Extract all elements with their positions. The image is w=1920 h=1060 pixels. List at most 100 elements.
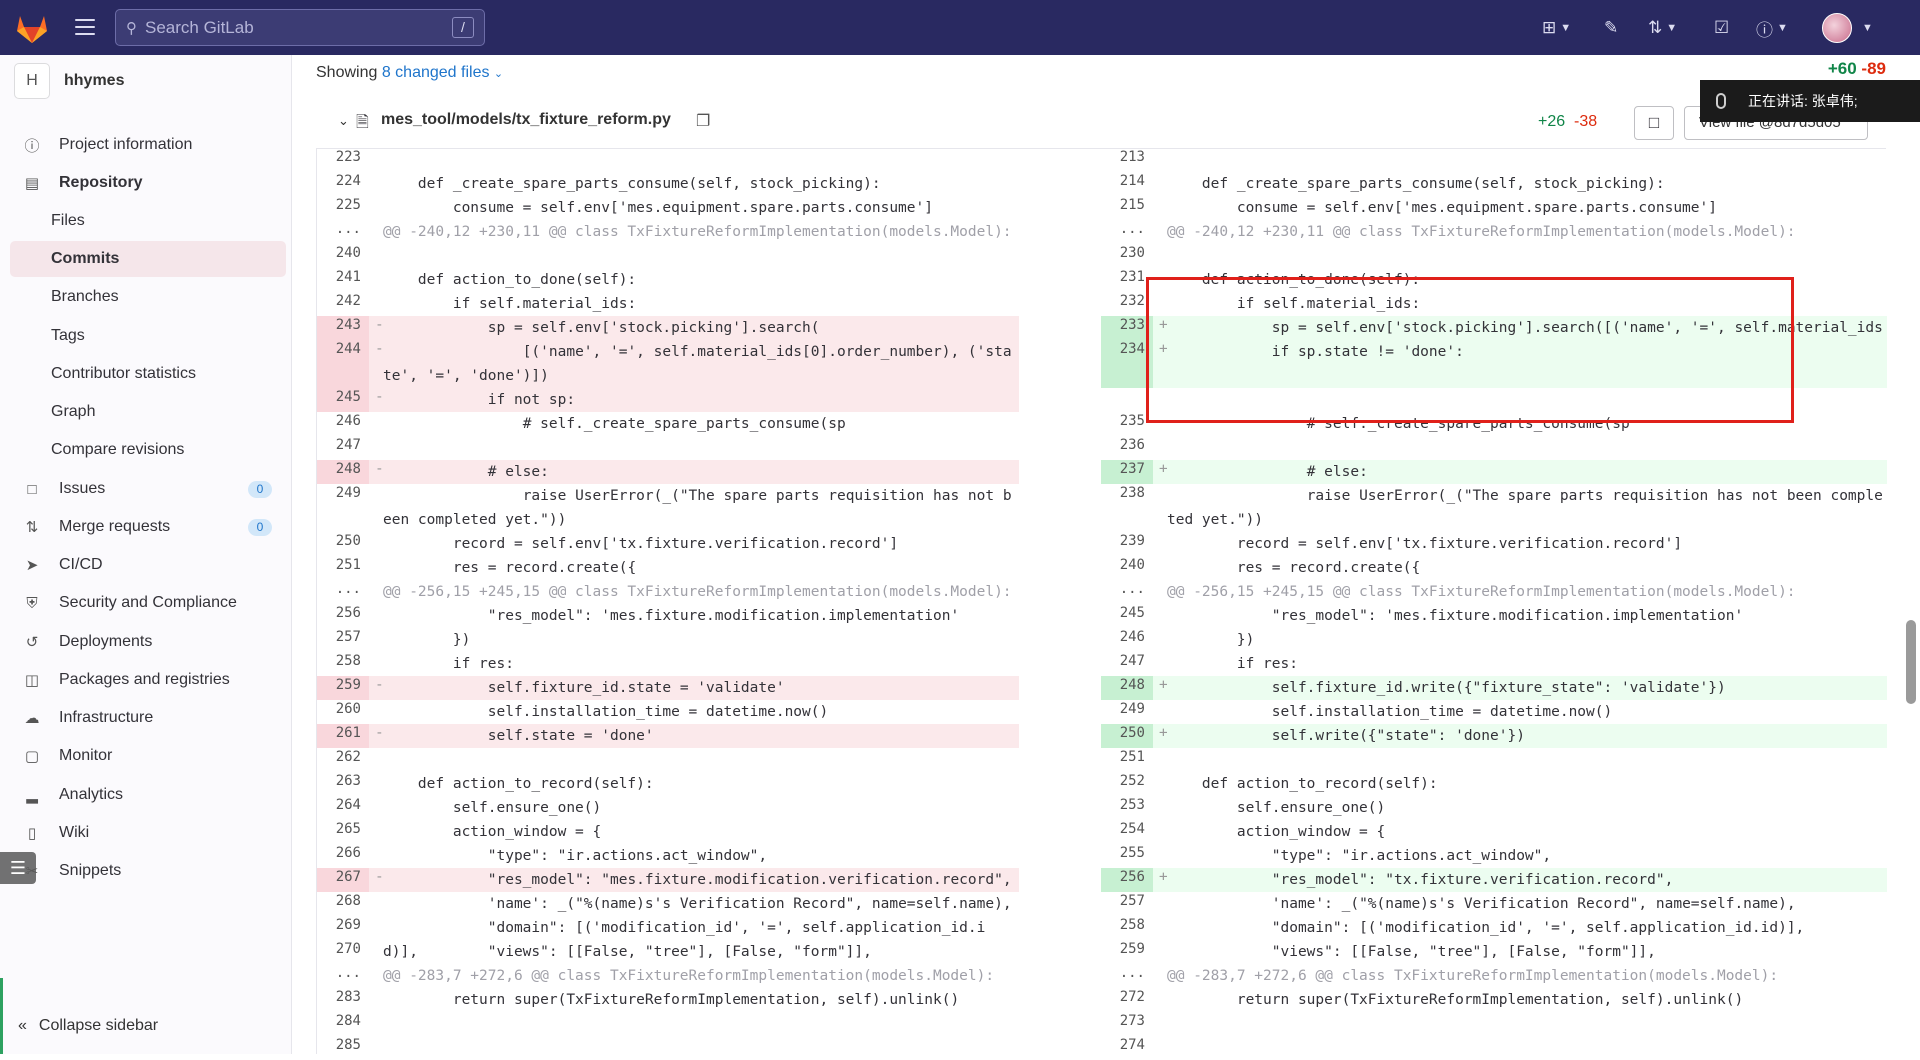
old-line-number[interactable]: 259 — [317, 676, 369, 700]
file-path[interactable]: mes_tool/models/tx_fixture_reform.py — [381, 111, 671, 129]
old-line-number[interactable]: 248 — [317, 460, 369, 484]
new-line-number[interactable]: 272 — [1101, 988, 1153, 1012]
collapse-sidebar-button[interactable]: « Collapse sidebar — [18, 1017, 158, 1035]
old-line-number[interactable]: 240 — [317, 244, 369, 268]
sidebar-item-commits[interactable]: Commits — [10, 241, 286, 277]
old-line-number[interactable]: 225 — [317, 196, 369, 220]
new-line-number[interactable]: ... — [1101, 964, 1153, 988]
sidebar-item-packages-and-registries[interactable]: ◫ Packages and registries — [10, 662, 286, 698]
help-button[interactable]: ⓘ ▼ — [1756, 16, 1788, 40]
old-line-number[interactable]: 265 — [317, 820, 369, 844]
project-header[interactable]: H hhymes — [14, 63, 124, 99]
new-line-number[interactable]: 238 — [1101, 484, 1153, 532]
new-line-number[interactable]: 233 — [1101, 316, 1153, 340]
gitlab-logo-icon[interactable] — [14, 11, 50, 45]
old-line-number[interactable]: 284 — [317, 1012, 369, 1036]
old-line-number[interactable]: 257 — [317, 628, 369, 652]
sidebar-item-contributor-statistics[interactable]: Contributor statistics — [10, 356, 286, 392]
new-line-number[interactable]: 245 — [1101, 604, 1153, 628]
todos-button[interactable]: ☑ — [1714, 16, 1729, 40]
main-menu-button[interactable] — [72, 15, 98, 39]
changed-files-dropdown[interactable]: 8 changed files ⌄ — [382, 64, 503, 81]
old-line-number[interactable]: 249 — [317, 484, 369, 532]
new-line-number[interactable]: 252 — [1101, 772, 1153, 796]
new-line-number[interactable]: 213 — [1101, 148, 1153, 172]
new-line-number[interactable]: ... — [1101, 220, 1153, 244]
new-line-number[interactable]: 230 — [1101, 244, 1153, 268]
new-line-number[interactable]: 248 — [1101, 676, 1153, 700]
old-line-number[interactable]: 243 — [317, 316, 369, 340]
old-line-number[interactable]: 268 — [317, 892, 369, 916]
old-line-number[interactable]: 283 — [317, 988, 369, 1012]
old-line-number[interactable]: 241 — [317, 268, 369, 292]
new-line-number[interactable]: 214 — [1101, 172, 1153, 196]
new-line-number[interactable]: 239 — [1101, 532, 1153, 556]
old-line-number[interactable]: ... — [317, 964, 369, 988]
new-line-number[interactable]: 232 — [1101, 292, 1153, 316]
old-line-number[interactable]: 245 — [317, 388, 369, 412]
old-line-number[interactable]: 260 — [317, 700, 369, 724]
old-line-number[interactable]: 244 — [317, 340, 369, 388]
sidebar-item-infrastructure[interactable]: ☁ Infrastructure — [10, 700, 286, 736]
sidebar-item-snippets[interactable]: ✂Snippets — [10, 853, 286, 889]
collapse-file-chevron-icon[interactable]: ⌄ — [338, 113, 349, 129]
sidebar-item-merge-requests[interactable]: ⇅ Merge requests 0 — [10, 509, 286, 545]
sidebar-item-security-and-compliance[interactable]: ⛨ Security and Compliance — [10, 585, 286, 621]
old-line-number[interactable]: 242 — [317, 292, 369, 316]
new-line-number[interactable]: 247 — [1101, 652, 1153, 676]
sidebar-item-ci-cd[interactable]: ➤ CI/CD — [10, 547, 286, 583]
sidebar-item-files[interactable]: Files — [10, 203, 286, 239]
new-line-number[interactable]: 246 — [1101, 628, 1153, 652]
new-line-number[interactable]: 234 — [1101, 340, 1153, 388]
user-avatar[interactable] — [1822, 13, 1852, 43]
old-line-number[interactable]: 258 — [317, 652, 369, 676]
old-line-number[interactable]: 270 — [317, 940, 369, 964]
sidebar-item-graph[interactable]: Graph — [10, 394, 286, 430]
old-line-number[interactable]: 269 — [317, 916, 369, 940]
sidebar-item-branches[interactable]: Branches — [10, 279, 286, 315]
new-line-number[interactable]: 273 — [1101, 1012, 1153, 1036]
sidebar-item-monitor[interactable]: ▢ Monitor — [10, 738, 286, 774]
sidebar-item-compare-revisions[interactable]: Compare revisions — [10, 432, 286, 468]
sidebar-item-repository[interactable]: ▤ Repository — [10, 165, 286, 201]
sidebar-item-issues[interactable]: □ Issues 0 — [10, 471, 286, 507]
page-scrollbar[interactable] — [1906, 620, 1916, 704]
new-line-number[interactable]: 253 — [1101, 796, 1153, 820]
new-line-number[interactable]: 235 — [1101, 412, 1153, 436]
new-line-number[interactable]: 251 — [1101, 748, 1153, 772]
old-line-number[interactable]: 256 — [317, 604, 369, 628]
new-line-number[interactable]: 237 — [1101, 460, 1153, 484]
new-line-number[interactable]: 240 — [1101, 556, 1153, 580]
user-menu-chevron[interactable]: ▼ — [1858, 16, 1873, 40]
old-line-number[interactable]: 223 — [317, 148, 369, 172]
new-line-number[interactable]: 249 — [1101, 700, 1153, 724]
new-line-number[interactable]: 259 — [1101, 940, 1153, 964]
sidebar-item-deployments[interactable]: ↺ Deployments — [10, 624, 286, 660]
copy-path-icon[interactable]: ❐ — [696, 111, 710, 131]
create-new-button[interactable]: ⊞ ▼ — [1542, 16, 1571, 40]
old-line-number[interactable]: 263 — [317, 772, 369, 796]
new-line-number[interactable]: 255 — [1101, 844, 1153, 868]
old-line-number[interactable]: 266 — [317, 844, 369, 868]
sidebar-item-tags[interactable]: Tags — [10, 318, 286, 354]
old-line-number[interactable]: 250 — [317, 532, 369, 556]
old-line-number[interactable]: 246 — [317, 412, 369, 436]
old-line-number[interactable]: 262 — [317, 748, 369, 772]
old-line-number[interactable]: 224 — [317, 172, 369, 196]
old-line-number[interactable]: ... — [317, 580, 369, 604]
new-line-number[interactable]: 257 — [1101, 892, 1153, 916]
old-line-number[interactable]: 251 — [317, 556, 369, 580]
sidebar-item-analytics[interactable]: ▂ Analytics — [10, 777, 286, 813]
new-line-number[interactable]: 250 — [1101, 724, 1153, 748]
new-line-number[interactable]: 256 — [1101, 868, 1153, 892]
new-line-number[interactable]: 236 — [1101, 436, 1153, 460]
old-line-number[interactable]: 267 — [317, 868, 369, 892]
issues-button[interactable]: ✎ — [1604, 16, 1618, 40]
new-line-number[interactable]: 231 — [1101, 268, 1153, 292]
search-input[interactable]: ⚲ Search GitLab / — [115, 9, 485, 46]
new-line-number[interactable]: 258 — [1101, 916, 1153, 940]
new-line-number[interactable]: 215 — [1101, 196, 1153, 220]
old-line-number[interactable]: ... — [317, 220, 369, 244]
old-line-number[interactable]: 285 — [317, 1036, 369, 1060]
floating-list-icon[interactable]: ☰ — [0, 852, 36, 884]
